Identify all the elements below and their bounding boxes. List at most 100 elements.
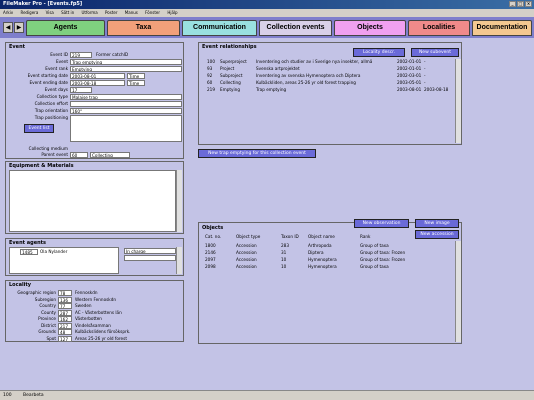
event-id-field[interactable]: 219 <box>70 52 92 58</box>
relationships-panel: Event relationships Locality descr. New … <box>198 42 462 145</box>
event-field[interactable]: Trap emptying <box>70 59 182 65</box>
agents-scrollbar[interactable] <box>176 247 182 274</box>
trap-positioning-label: Trap positioning <box>34 115 68 120</box>
event-end-label: Event ending date <box>29 80 68 85</box>
locality-name-county: AC - Västerbottens län <box>75 309 122 315</box>
relationships-scrollbar[interactable] <box>455 59 461 143</box>
locality-id-geographic-region[interactable]: 78 <box>58 290 72 296</box>
menu-redigera[interactable]: Redigera <box>20 10 38 15</box>
menu-visa[interactable]: Visa <box>46 10 54 15</box>
equipment-panel-title: Equipment & Materials <box>9 163 74 169</box>
agent-name: Ola Nylander <box>40 249 68 254</box>
locality-panel: Locality Geographic region 78 Fennoskdn … <box>5 280 184 342</box>
locality-descr-button[interactable]: Locality descr. <box>353 48 405 57</box>
collection-effort-label: Collection effort <box>34 101 68 106</box>
trap-positioning-field[interactable] <box>70 115 182 142</box>
relationships-table: 100 Superproject Inventering och studier a… <box>207 59 449 92</box>
event-panel-title: Event <box>9 44 26 50</box>
locality-label-county: County <box>41 309 56 315</box>
locality-label-district: District <box>40 322 56 328</box>
agents-panel: Event agents 1485 Ola Nylander In charge <box>5 238 184 276</box>
objects-scrollbar[interactable] <box>455 241 461 342</box>
agent-id-field[interactable]: 1485 <box>20 249 38 255</box>
window-title: FileMaker Pro - [Events.fp5] <box>3 1 83 7</box>
new-image-button[interactable]: New image <box>415 219 459 228</box>
agent-role-field[interactable]: In charge <box>124 248 176 254</box>
menu-poster[interactable]: Poster <box>105 10 117 15</box>
objects-panel-title: Objects <box>202 225 224 231</box>
mode-indicator[interactable]: Bearbeta <box>23 393 44 398</box>
collection-effort-field[interactable] <box>70 101 182 107</box>
event-end-field[interactable]: 2003-08-18 <box>70 80 125 86</box>
event-start-label: Event starting date <box>27 73 68 78</box>
tab-objects[interactable]: Objects <box>334 20 406 36</box>
locality-name-province: Västerbotten <box>75 316 102 321</box>
locality-id-province[interactable]: 162 <box>58 316 72 322</box>
menu-fonster[interactable]: Fönster <box>145 10 160 15</box>
tab-communication[interactable]: Communication <box>182 20 257 36</box>
locality-id-subregion[interactable]: 136 <box>58 296 72 303</box>
tab-agents[interactable]: Agents <box>26 20 105 36</box>
relationships-panel-title: Event relationships <box>202 44 257 50</box>
event-rank-label: Event rank <box>45 66 68 71</box>
locality-name-spot: Areas 25-26 yr old forest <box>75 335 127 341</box>
event-id-label: Event ID <box>50 52 68 57</box>
menu-hjalp[interactable]: Hjälp <box>167 10 177 15</box>
status-bar: 100 Bearbeta <box>0 390 534 400</box>
trap-orientation-field[interactable]: 160° <box>70 108 182 114</box>
event-days-label: Event days <box>44 87 68 92</box>
locality-name-country: Sweden <box>75 303 92 308</box>
parent-event-field[interactable]: 60 <box>70 152 88 158</box>
minimize-icon[interactable]: _ <box>509 1 516 7</box>
locality-name-grounds: Kulbäckslidens försöksprk. <box>75 329 131 334</box>
agents-panel-title: Event agents <box>9 240 47 246</box>
locality-id-spot[interactable]: 127 <box>58 335 72 342</box>
next-record-icon[interactable]: ▶ <box>14 22 24 33</box>
tab-localities[interactable]: Localities <box>408 20 470 36</box>
agent-role-empty[interactable] <box>124 255 176 261</box>
locality-id-district[interactable]: 217 <box>58 322 72 329</box>
close-icon[interactable]: × <box>525 1 532 7</box>
collecting-medium-label: Collecting medium <box>28 146 68 151</box>
event-days-field[interactable]: 17 <box>70 87 92 93</box>
tab-strip: ◀ ▶ Agents Taxa Communication Collection… <box>0 17 534 38</box>
new-trap-emptying-button[interactable]: New trap emptying for this collection ev… <box>198 149 316 158</box>
menu-manus[interactable]: Manus <box>125 10 138 15</box>
locality-name-subregion: Western Fennoskdn <box>75 296 117 302</box>
menu-arkiv[interactable]: Arkiv <box>3 10 13 15</box>
locality-label-country: Country <box>39 303 56 308</box>
locality-id-country[interactable]: 77 <box>58 303 72 309</box>
parent-event-label: Parent event <box>41 152 68 157</box>
locality-id-grounds[interactable]: 48 <box>58 329 72 335</box>
tab-taxa[interactable]: Taxa <box>107 20 180 36</box>
prev-record-icon[interactable]: ◀ <box>3 22 13 33</box>
objects-table: Cat. no. Object type Taxon ID Object name Ra… <box>205 234 406 269</box>
title-bar: FileMaker Pro - [Events.fp5] _ □ × <box>0 0 534 9</box>
maximize-icon[interactable]: □ <box>517 1 524 7</box>
menu-utforma[interactable]: Utforma <box>81 10 97 15</box>
event-rank-field[interactable]: Emptying <box>70 66 182 72</box>
equipment-list[interactable] <box>9 170 176 232</box>
equipment-scrollbar[interactable] <box>176 170 182 232</box>
event-start-field[interactable]: 2003-08-01 <box>70 73 125 79</box>
new-subevent-button[interactable]: New subevent <box>411 48 459 57</box>
locality-panel-title: Locality <box>9 282 32 288</box>
locality-label-spot: Spot <box>46 335 56 341</box>
collection-type-field[interactable]: Malaise trap <box>70 94 182 100</box>
event-label: Event <box>56 59 68 64</box>
locality-name-geographic-region: Fennoskdn <box>75 290 98 295</box>
trap-orientation-label: Trap orientation <box>34 108 68 113</box>
menu-satt-in[interactable]: Sätt in <box>61 10 74 15</box>
new-observation-button[interactable]: New observation <box>354 219 409 228</box>
objects-panel: Objects New observation New image New ac… <box>198 219 462 344</box>
zoom-level[interactable]: 100 <box>3 393 12 398</box>
tab-documentation[interactable]: Documentation <box>472 20 532 36</box>
event-list-button[interactable]: Event list <box>24 124 54 133</box>
start-time-label: Time <box>127 73 145 79</box>
parent-event-type: Collecting <box>90 152 130 158</box>
collection-type-label: Collection type <box>36 94 68 99</box>
equipment-panel: Equipment & Materials <box>5 161 184 234</box>
locality-id-county[interactable]: 287 <box>58 309 72 316</box>
locality-label-geographic-region: Geographic region <box>17 290 56 295</box>
tab-collection-events[interactable]: Collection events <box>259 20 332 36</box>
